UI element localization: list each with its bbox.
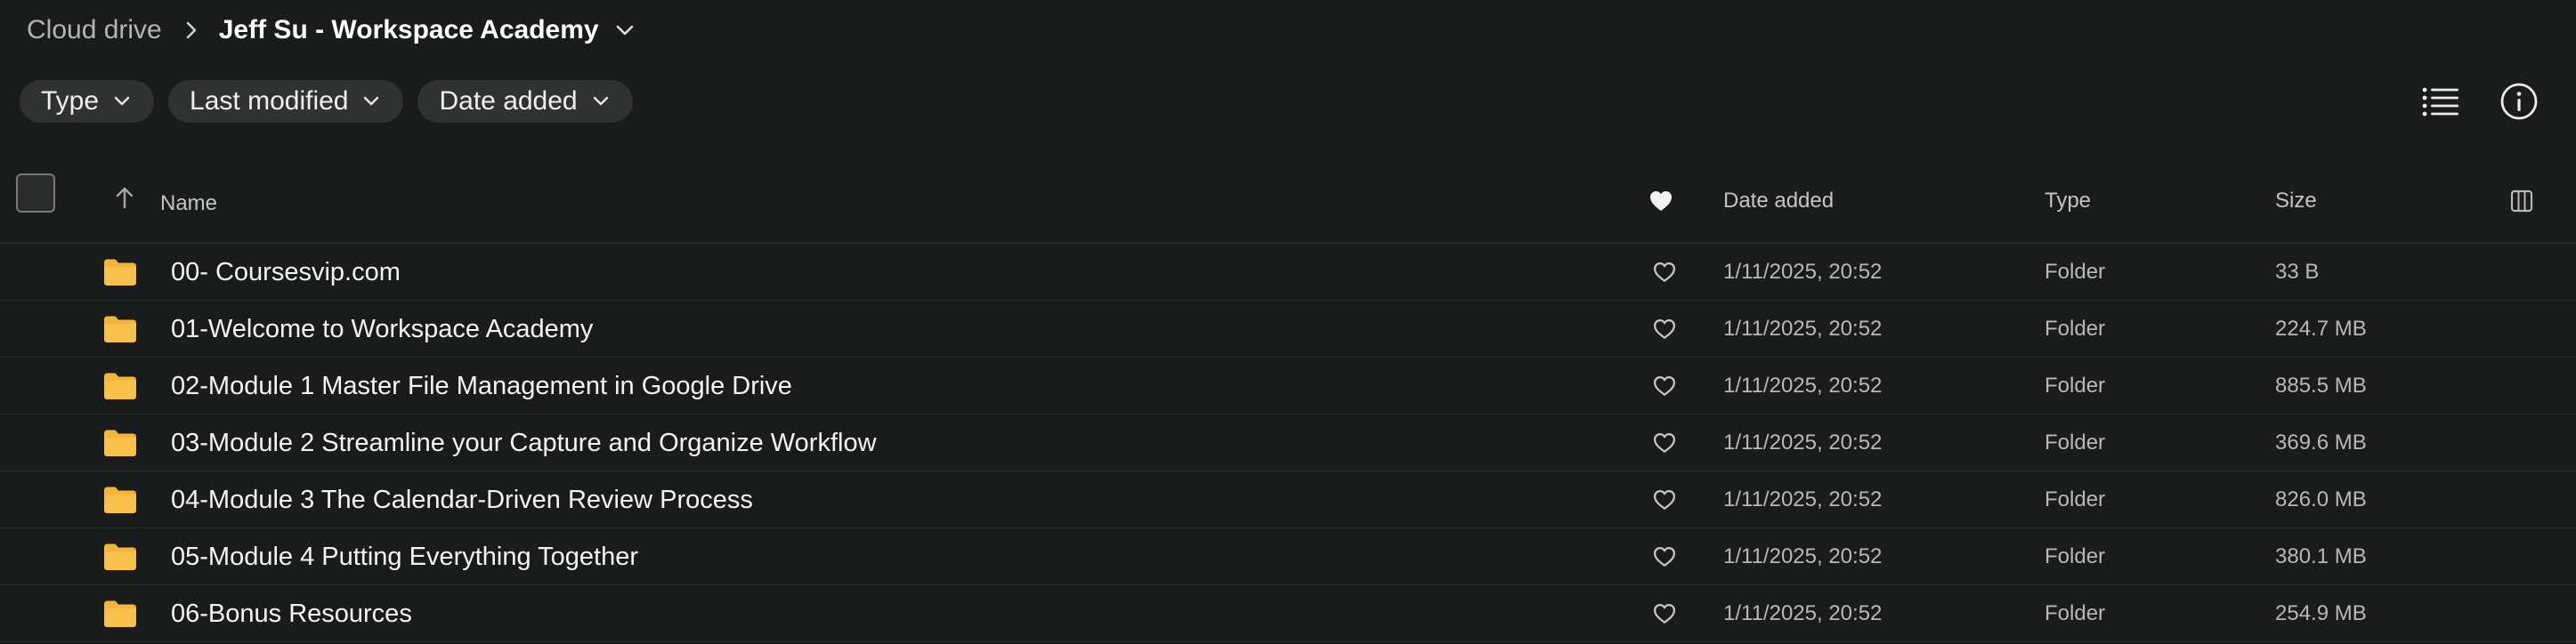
file-name: 02-Module 1 Master File Management in Go… xyxy=(171,371,792,400)
table-row[interactable]: 02-Module 1 Master File Management in Go… xyxy=(0,358,2576,415)
chevron-down-icon xyxy=(113,96,131,107)
chevron-down-icon xyxy=(362,96,380,107)
type-cell: Folder xyxy=(2045,374,2106,398)
type-filter-button[interactable]: Type xyxy=(20,80,155,123)
breadcrumb-root-link[interactable]: Cloud drive xyxy=(27,15,162,45)
filter-bar: Type Last modified Date added xyxy=(20,80,633,123)
favorite-button[interactable] xyxy=(1648,301,1681,358)
size-cell: 254.9 MB xyxy=(2275,601,2367,625)
file-name: 01-Welcome to Workspace Academy xyxy=(171,314,594,343)
file-name: 00- Coursesvip.com xyxy=(171,257,401,286)
column-settings-button[interactable] xyxy=(2510,158,2533,244)
favorite-button[interactable] xyxy=(1648,471,1681,528)
heart-outline-icon xyxy=(1648,313,1681,345)
breadcrumb: Cloud drive Jeff Su - Workspace Academy xyxy=(27,11,635,50)
arrow-up-icon xyxy=(116,187,134,209)
folder-menu-button[interactable] xyxy=(615,24,635,36)
heart-outline-icon xyxy=(1648,427,1681,459)
favorite-button[interactable] xyxy=(1648,358,1681,415)
type-cell: Folder xyxy=(2045,317,2106,341)
list-view-button[interactable] xyxy=(2419,80,2462,123)
chevron-right-icon xyxy=(185,20,198,40)
last-modified-filter-button[interactable]: Last modified xyxy=(168,80,404,123)
list-view-icon xyxy=(2422,87,2459,117)
folder-icon xyxy=(103,244,137,301)
folder-icon xyxy=(103,301,137,358)
favorite-button[interactable] xyxy=(1648,244,1681,301)
file-name: 06-Bonus Resources xyxy=(171,599,412,628)
date-added-cell: 1/11/2025, 20:52 xyxy=(1723,544,1883,568)
info-icon xyxy=(2500,83,2538,120)
date-added-filter-label: Date added xyxy=(439,86,578,116)
table-header: Name Date added Type Size xyxy=(0,158,2576,244)
size-cell: 33 B xyxy=(2275,260,2320,284)
size-cell: 826.0 MB xyxy=(2275,487,2367,511)
heart-outline-icon xyxy=(1648,256,1681,288)
favorite-column-header[interactable] xyxy=(1648,158,1673,244)
date-added-cell: 1/11/2025, 20:52 xyxy=(1723,374,1883,398)
heart-filled-icon xyxy=(1650,191,1672,211)
table-row[interactable]: 03-Module 2 Streamline your Capture and … xyxy=(0,415,2576,471)
last-modified-filter-label: Last modified xyxy=(190,86,349,116)
heart-outline-icon xyxy=(1648,598,1681,630)
size-column-header[interactable]: Size xyxy=(2275,158,2317,244)
heart-outline-icon xyxy=(1648,484,1681,516)
chevron-down-icon xyxy=(592,96,610,107)
date-added-cell: 1/11/2025, 20:52 xyxy=(1723,601,1883,625)
date-added-cell: 1/11/2025, 20:52 xyxy=(1723,317,1883,341)
file-name: 03-Module 2 Streamline your Capture and … xyxy=(171,428,877,457)
type-column-header[interactable]: Type xyxy=(2045,158,2091,244)
type-cell: Folder xyxy=(2045,431,2106,455)
file-name: 05-Module 4 Putting Everything Together xyxy=(171,542,639,571)
file-table: Name Date added Type Size 00- Coursesvip… xyxy=(0,158,2576,642)
table-row[interactable]: 00- Coursesvip.com 1/11/2025, 20:52 Fold… xyxy=(0,244,2576,301)
heart-outline-icon xyxy=(1648,370,1681,402)
name-column-header[interactable]: Name xyxy=(160,161,217,246)
size-cell: 380.1 MB xyxy=(2275,544,2367,568)
size-cell: 885.5 MB xyxy=(2275,374,2367,398)
favorite-button[interactable] xyxy=(1648,585,1681,642)
table-row[interactable]: 01-Welcome to Workspace Academy 1/11/202… xyxy=(0,301,2576,358)
table-row[interactable]: 06-Bonus Resources 1/11/2025, 20:52 Fold… xyxy=(0,585,2576,642)
sort-direction-button[interactable] xyxy=(109,181,141,213)
date-added-cell: 1/11/2025, 20:52 xyxy=(1723,487,1883,511)
folder-icon xyxy=(103,358,137,415)
favorite-button[interactable] xyxy=(1648,415,1681,471)
file-name: 04-Module 3 The Calendar-Driven Review P… xyxy=(171,485,753,514)
breadcrumb-current-folder: Jeff Su - Workspace Academy xyxy=(218,15,599,44)
columns-icon xyxy=(2510,189,2533,213)
table-body: 00- Coursesvip.com 1/11/2025, 20:52 Fold… xyxy=(0,244,2576,642)
folder-icon xyxy=(103,585,137,642)
folder-icon xyxy=(103,415,137,471)
date-added-cell: 1/11/2025, 20:52 xyxy=(1723,260,1883,284)
type-cell: Folder xyxy=(2045,487,2106,511)
date-added-cell: 1/11/2025, 20:52 xyxy=(1723,431,1883,455)
view-toolbar xyxy=(2419,80,2540,123)
heart-outline-icon xyxy=(1648,541,1681,573)
select-all-checkbox[interactable] xyxy=(16,173,55,213)
date-added-column-header[interactable]: Date added xyxy=(1723,158,1834,244)
date-added-filter-button[interactable]: Date added xyxy=(417,80,633,123)
table-row[interactable]: 05-Module 4 Putting Everything Together … xyxy=(0,528,2576,585)
type-filter-label: Type xyxy=(41,86,100,116)
size-cell: 224.7 MB xyxy=(2275,317,2367,341)
folder-icon xyxy=(103,471,137,528)
cloud-drive-page: Cloud drive Jeff Su - Workspace Academy … xyxy=(0,0,2576,644)
type-cell: Folder xyxy=(2045,544,2106,568)
table-row[interactable]: 04-Module 3 The Calendar-Driven Review P… xyxy=(0,471,2576,528)
favorite-button[interactable] xyxy=(1648,528,1681,585)
folder-icon xyxy=(103,528,137,585)
type-cell: Folder xyxy=(2045,260,2106,284)
type-cell: Folder xyxy=(2045,601,2106,625)
chevron-down-icon xyxy=(616,25,633,36)
info-button[interactable] xyxy=(2498,80,2540,123)
size-cell: 369.6 MB xyxy=(2275,431,2367,455)
